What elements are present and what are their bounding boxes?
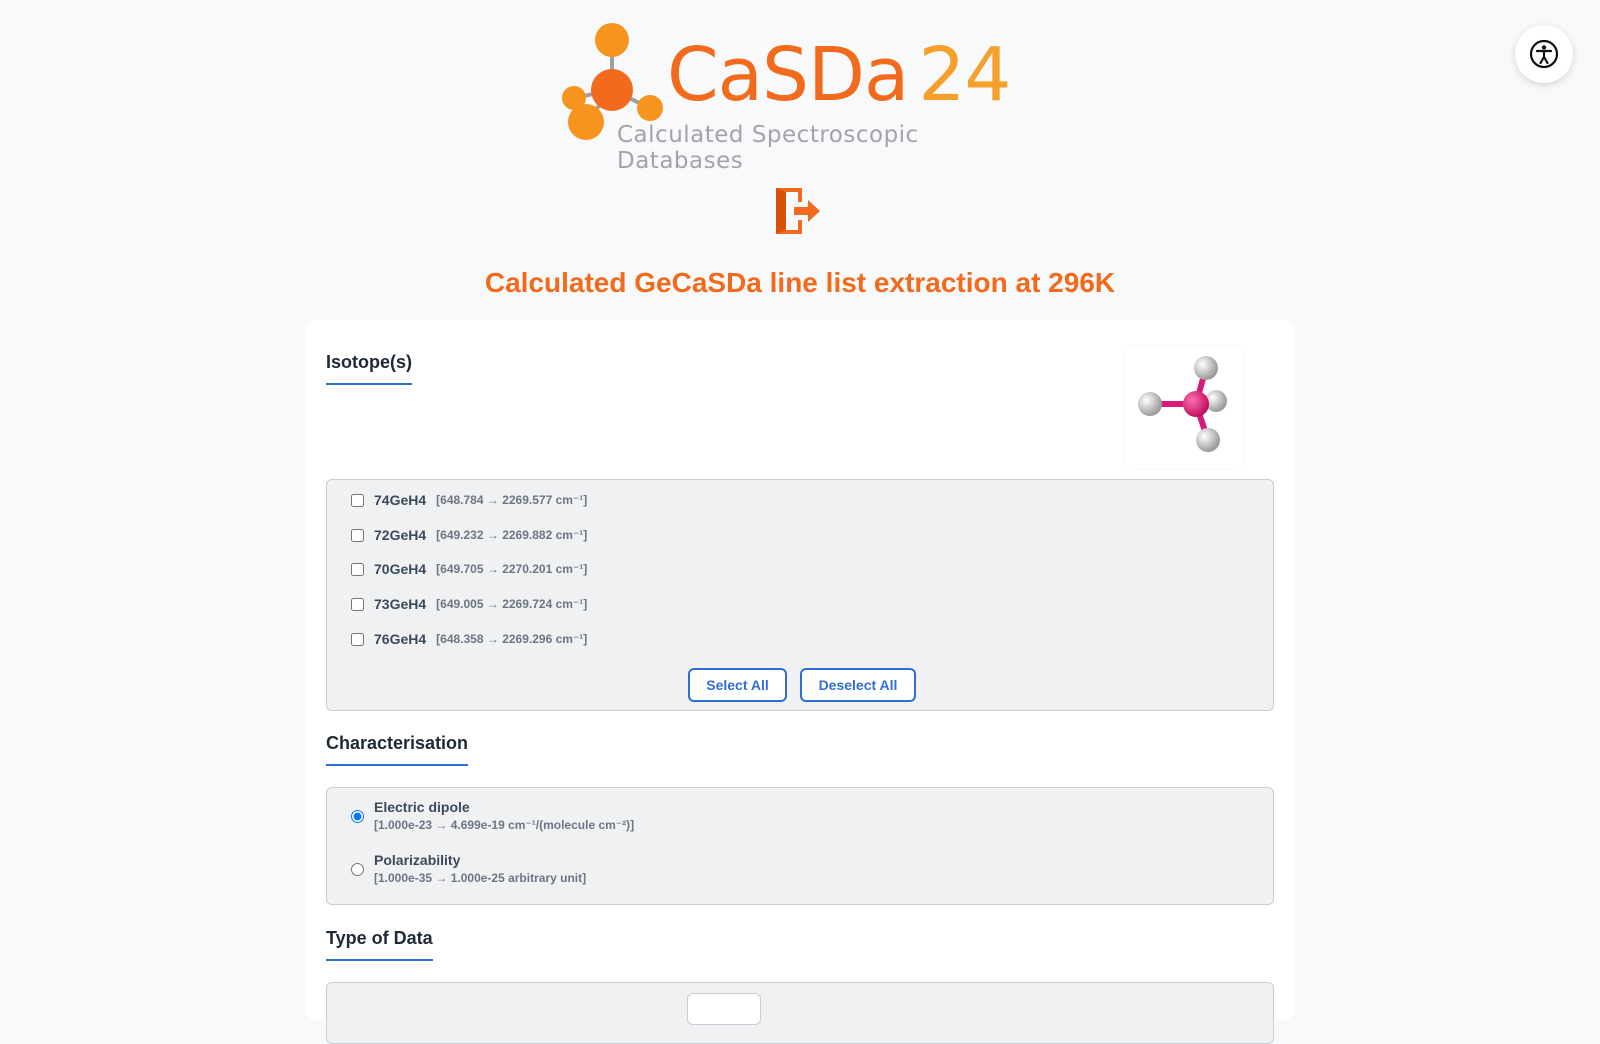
geh4-molecule-icon (1138, 356, 1227, 452)
characterisation-section-title: Characterisation (326, 733, 469, 766)
page-title: Calculated GeCaSDa line list extraction … (484, 267, 1116, 298)
characterisation-panel: Electric dipole [1.000e-23 → 4.699e-19 c… (326, 787, 1274, 905)
extraction-form: Isotope(s) 74GeH4 [648.784 → 2269.577 cm… (306, 320, 1294, 1044)
type-of-data-section-title: Type of Data (326, 928, 433, 961)
logout-icon (776, 188, 820, 234)
select-all-button[interactable]: Select All (688, 668, 787, 702)
isotopes-section-title: Isotope(s) (326, 352, 413, 385)
accessibility-button[interactable] (1515, 25, 1573, 83)
isotope-option[interactable]: 72GeH4 [649.232 → 2269.882 cm⁻¹] (351, 525, 587, 545)
isotope-option[interactable]: 74GeH4 [648.784 → 2269.577 cm⁻¹] (351, 490, 587, 510)
isotope-option[interactable]: 73GeH4 [649.005 → 2269.724 cm⁻¹] (351, 594, 587, 614)
electric-dipole-radio[interactable] (351, 810, 364, 823)
isotope-checkbox[interactable] (351, 528, 364, 542)
isotope-option[interactable]: 76GeH4 [648.358 → 2269.296 cm⁻¹] (351, 629, 587, 649)
isotope-option[interactable]: 70GeH4 [649.705 → 2270.201 cm⁻¹] (351, 559, 587, 579)
molecule-image (1124, 346, 1244, 468)
casda-logo: CaSDa 24 Calculated Spectroscopic Databas… (560, 18, 1040, 174)
logo-wordmark: CaSDa 24 (667, 32, 1012, 118)
isotope-checkbox[interactable] (351, 562, 364, 576)
deselect-all-button[interactable]: Deselect All (800, 668, 916, 702)
isotope-checkbox[interactable] (351, 493, 364, 507)
polarizability-radio[interactable] (351, 863, 364, 876)
isotope-list-panel: 74GeH4 [648.784 → 2269.577 cm⁻¹] 72GeH4 … (326, 479, 1274, 711)
polarizability-option[interactable]: Polarizability [1.000e-35 → 1.000e-25 ar… (351, 851, 586, 887)
logout-button[interactable] (772, 184, 824, 236)
logo-subtitle: Calculated Spectroscopic Databases (617, 122, 919, 174)
type-of-data-panel (326, 982, 1274, 1044)
isotope-checkbox[interactable] (351, 597, 364, 611)
isotope-checkbox[interactable] (351, 632, 364, 646)
accessibility-icon (1529, 39, 1559, 69)
electric-dipole-option[interactable]: Electric dipole [1.000e-23 → 4.699e-19 c… (351, 798, 634, 834)
type-of-data-control[interactable] (687, 993, 761, 1025)
